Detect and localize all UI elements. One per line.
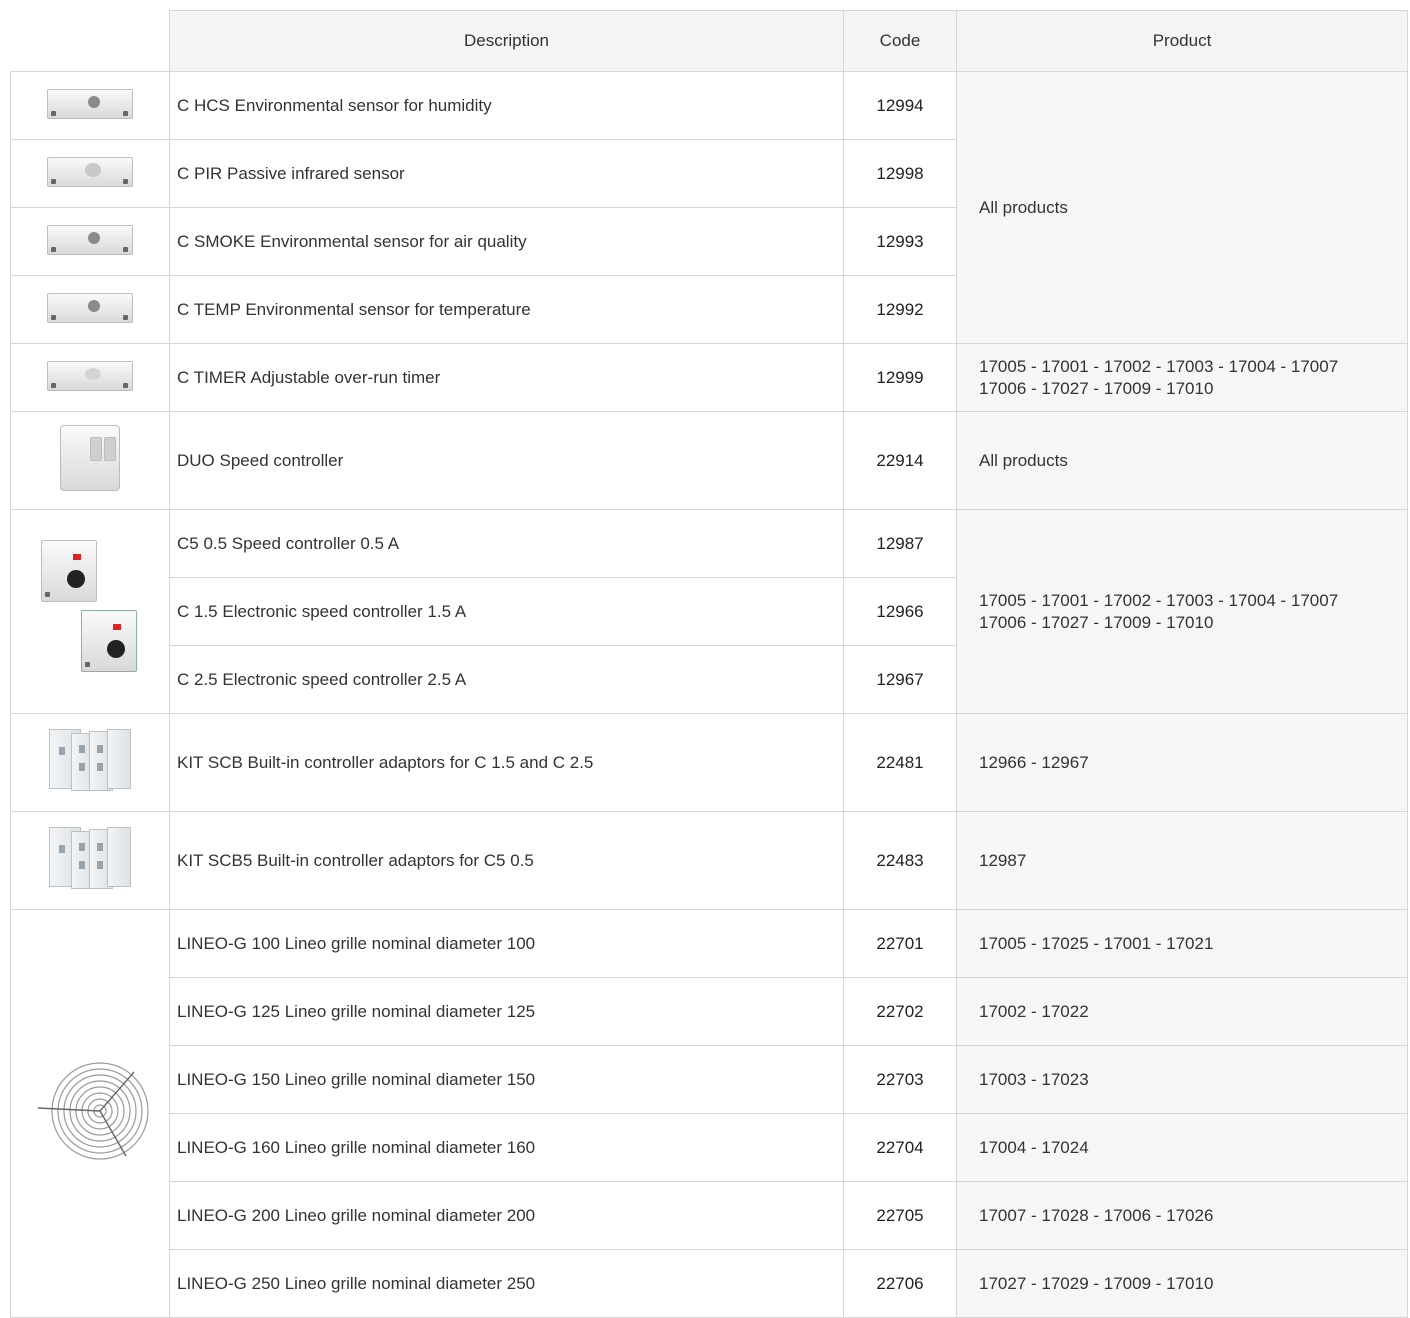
row-description: C TIMER Adjustable over-run timer xyxy=(169,343,844,412)
header-image xyxy=(10,10,170,72)
row-product: All products xyxy=(956,71,1408,344)
header-product: Product xyxy=(956,10,1408,72)
row-product: All products xyxy=(956,411,1408,510)
speed-controller-icon xyxy=(10,509,170,714)
row-product: 12987 xyxy=(956,811,1408,910)
row-description: LINEO-G 200 Lineo grille nominal diamete… xyxy=(169,1181,844,1250)
product-line: 17005 - 17001 - 17002 - 17003 - 17004 - … xyxy=(979,356,1339,376)
row-code: 12993 xyxy=(843,207,957,276)
grille-drawing xyxy=(37,1062,149,1160)
row-code: 12987 xyxy=(843,509,957,578)
sensor-box-icon xyxy=(10,275,170,344)
header-code: Code xyxy=(843,10,957,72)
row-code: 22914 xyxy=(843,411,957,510)
adaptor-kit-icon xyxy=(10,713,170,812)
row-description: KIT SCB5 Built-in controller adaptors fo… xyxy=(169,811,844,910)
table-row: LINEO-G 100 Lineo grille nominal diamete… xyxy=(10,909,1408,1318)
row-code: 12999 xyxy=(843,343,957,412)
row-description: C 1.5 Electronic speed controller 1.5 A xyxy=(169,577,844,646)
row-product: 17005 - 17001 - 17002 - 17003 - 17004 - … xyxy=(956,509,1408,714)
grille-icon xyxy=(10,909,170,1318)
row-code: 12998 xyxy=(843,139,957,208)
sensor-box-icon xyxy=(10,207,170,276)
table-row: LINEO-G 200 Lineo grille nominal diamete… xyxy=(11,1181,1408,1250)
accessories-table: Description Code Product C HCS Environme… xyxy=(10,10,1408,1318)
row-code: 12994 xyxy=(843,71,957,140)
row-description: LINEO-G 150 Lineo grille nominal diamete… xyxy=(169,1045,844,1114)
row-product: 17027 - 17029 - 17009 - 17010 xyxy=(956,1249,1408,1318)
row-product: 17004 - 17024 xyxy=(956,1113,1408,1182)
table-row: DUO Speed controller 22914 All products xyxy=(10,411,1408,510)
row-description: LINEO-G 100 Lineo grille nominal diamete… xyxy=(169,909,844,978)
row-description: C TEMP Environmental sensor for temperat… xyxy=(169,275,844,344)
row-product: 17007 - 17028 - 17006 - 17026 xyxy=(956,1181,1408,1250)
row-description: KIT SCB Built-in controller adaptors for… xyxy=(169,713,844,812)
product-line: 17006 - 17027 - 17009 - 17010 xyxy=(979,378,1214,398)
table-row: LINEO-G 160 Lineo grille nominal diamete… xyxy=(11,1113,1408,1182)
row-code: 22701 xyxy=(843,909,957,978)
table-row: KIT SCB5 Built-in controller adaptors fo… xyxy=(10,811,1408,910)
row-product: 12966 - 12967 xyxy=(956,713,1408,812)
row-description: C SMOKE Environmental sensor for air qua… xyxy=(169,207,844,276)
row-description: C HCS Environmental sensor for humidity xyxy=(169,71,844,140)
row-description: DUO Speed controller xyxy=(169,411,844,510)
row-code: 22702 xyxy=(843,977,957,1046)
duo-controller-icon xyxy=(10,411,170,510)
row-code: 22703 xyxy=(843,1045,957,1114)
product-line: 17005 - 17001 - 17002 - 17003 - 17004 - … xyxy=(979,590,1339,610)
product-line: 17006 - 17027 - 17009 - 17010 xyxy=(979,612,1214,632)
table-row: C HCS Environmental sensor for humidity … xyxy=(10,71,1408,344)
sensor-box-icon xyxy=(10,71,170,140)
adaptor-kit-icon xyxy=(10,811,170,910)
row-code: 22704 xyxy=(843,1113,957,1182)
header-description: Description xyxy=(169,10,844,72)
row-description: LINEO-G 125 Lineo grille nominal diamete… xyxy=(169,977,844,1046)
row-code: 22706 xyxy=(843,1249,957,1318)
row-product: 17005 - 17001 - 17002 - 17003 - 17004 - … xyxy=(956,343,1408,412)
row-product: 17002 - 17022 xyxy=(956,977,1408,1046)
row-code: 12967 xyxy=(843,645,957,714)
table-row: C TIMER Adjustable over-run timer 12999 … xyxy=(10,343,1408,412)
row-description: C5 0.5 Speed controller 0.5 A xyxy=(169,509,844,578)
table-row: KIT SCB Built-in controller adaptors for… xyxy=(10,713,1408,812)
row-code: 22483 xyxy=(843,811,957,910)
header-row: Description Code Product xyxy=(10,10,1408,72)
table-row: C5 0.5 Speed controller 0.5 A 12987 1700… xyxy=(10,509,1408,714)
sensor-box-icon xyxy=(10,343,170,412)
row-code: 12966 xyxy=(843,577,957,646)
row-description: LINEO-G 160 Lineo grille nominal diamete… xyxy=(169,1113,844,1182)
row-code: 12992 xyxy=(843,275,957,344)
row-code: 22481 xyxy=(843,713,957,812)
row-code: 22705 xyxy=(843,1181,957,1250)
row-description: C PIR Passive infrared sensor xyxy=(169,139,844,208)
row-product: 17005 - 17025 - 17001 - 17021 xyxy=(956,909,1408,978)
row-description: LINEO-G 250 Lineo grille nominal diamete… xyxy=(169,1249,844,1318)
sensor-box-icon xyxy=(10,139,170,208)
row-product: 17003 - 17023 xyxy=(956,1045,1408,1114)
table-row: LINEO-G 150 Lineo grille nominal diamete… xyxy=(11,1045,1408,1114)
table-row: LINEO-G 250 Lineo grille nominal diamete… xyxy=(11,1249,1408,1318)
table-row: LINEO-G 125 Lineo grille nominal diamete… xyxy=(11,977,1408,1046)
row-description: C 2.5 Electronic speed controller 2.5 A xyxy=(169,645,844,714)
